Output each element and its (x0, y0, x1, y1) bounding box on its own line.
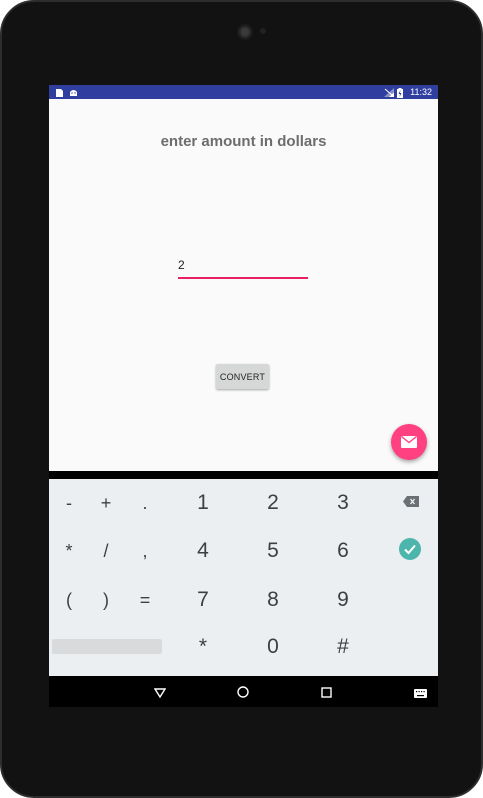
back-button[interactable] (150, 682, 170, 702)
key-star[interactable]: * (183, 627, 223, 667)
page-title: enter amount in dollars (160, 133, 327, 150)
status-time: 11:32 (410, 87, 432, 97)
key-9[interactable]: 9 (323, 580, 363, 620)
key-hash[interactable]: # (323, 627, 363, 667)
numeric-keyboard: - + . 1 2 3 * / , 4 5 6 () = 7 8 9 * 0 … (49, 479, 438, 676)
light-sensor (260, 28, 266, 34)
recents-button[interactable] (316, 682, 336, 702)
key-open-paren[interactable]: ( (49, 580, 89, 620)
home-button[interactable] (233, 682, 253, 702)
key-4[interactable]: 4 (183, 531, 223, 571)
key-6[interactable]: 6 (323, 531, 363, 571)
signal-icon (384, 88, 395, 97)
key-7[interactable]: 7 (183, 580, 223, 620)
backspace-icon (403, 494, 419, 512)
key-1[interactable]: 1 (183, 483, 223, 523)
key-period[interactable]: . (125, 483, 165, 523)
email-fab[interactable] (391, 424, 427, 460)
android-icon (69, 88, 77, 96)
checkmark-icon (399, 537, 421, 565)
key-equals[interactable]: = (125, 580, 165, 620)
key-asterisk[interactable]: * (49, 531, 89, 571)
back-triangle-icon (153, 683, 167, 702)
home-circle-icon (237, 683, 249, 702)
app-content: enter amount in dollars CONVERT (49, 99, 438, 471)
navigation-bar (49, 676, 438, 707)
screen: 11:32 enter amount in dollars CONVERT - … (49, 85, 438, 707)
keyboard-icon (413, 683, 427, 702)
key-plus[interactable]: + (86, 483, 126, 523)
key-slash[interactable]: / (86, 531, 126, 571)
tablet-frame: 11:32 enter amount in dollars CONVERT - … (0, 0, 483, 798)
key-comma[interactable]: , (125, 531, 165, 571)
convert-button[interactable]: CONVERT (216, 364, 269, 389)
status-bar: 11:32 (49, 85, 438, 99)
keyboard-divider (49, 471, 438, 479)
battery-icon (397, 88, 405, 98)
key-close-paren[interactable]: ) (86, 580, 126, 620)
key-2[interactable]: 2 (253, 483, 293, 523)
amount-input[interactable] (178, 255, 308, 279)
key-3[interactable]: 3 (323, 483, 363, 523)
email-icon (401, 433, 417, 452)
keyboard-switch-button[interactable] (410, 682, 430, 702)
done-key[interactable] (390, 531, 430, 571)
sd-card-icon (55, 88, 63, 97)
key-0[interactable]: 0 (253, 627, 293, 667)
front-camera (237, 24, 253, 40)
key-5[interactable]: 5 (253, 531, 293, 571)
recents-square-icon (320, 683, 332, 702)
key-8[interactable]: 8 (253, 580, 293, 620)
backspace-key[interactable] (391, 483, 431, 523)
key-minus[interactable]: - (49, 483, 89, 523)
space-key[interactable] (52, 639, 162, 654)
